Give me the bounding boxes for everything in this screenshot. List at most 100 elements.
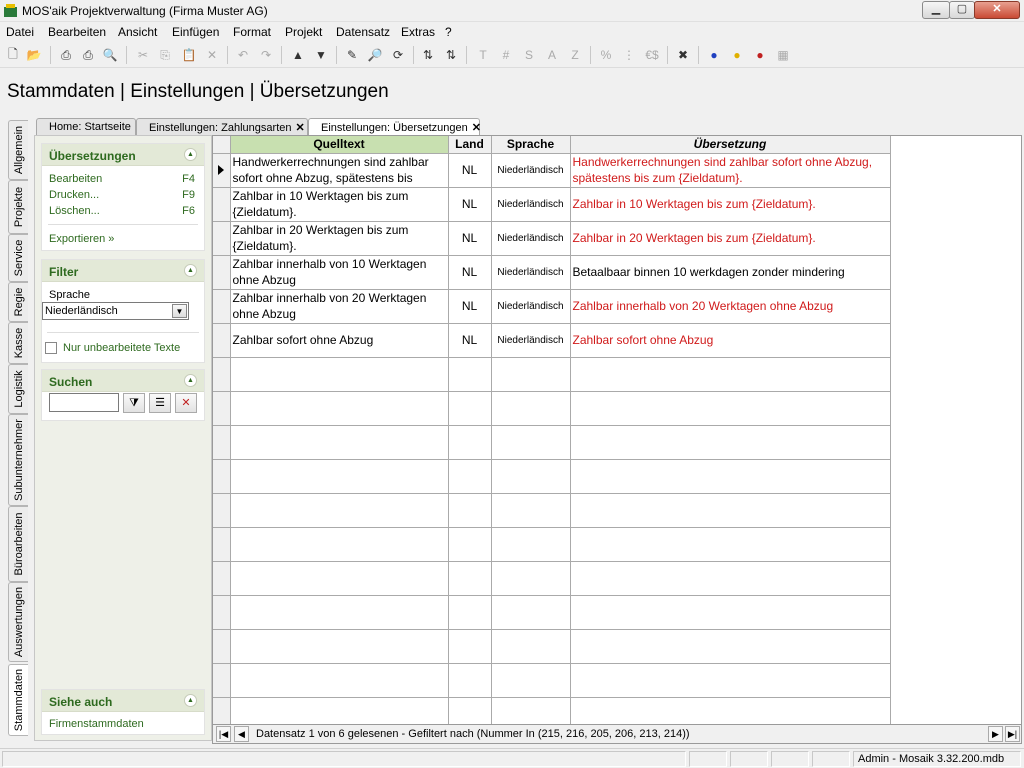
cell-sprache[interactable] <box>491 493 571 528</box>
cell-land[interactable] <box>448 697 492 724</box>
cell-quelltext[interactable] <box>230 357 449 392</box>
cell-quelltext[interactable] <box>230 391 449 426</box>
edit-pencil-icon[interactable]: ✎ <box>343 46 361 64</box>
minimize-button[interactable]: ▁ <box>922 1 950 19</box>
collapse-icon[interactable]: ▲ <box>184 694 197 707</box>
menu-bearbeiten[interactable]: Bearbeiten <box>48 25 106 39</box>
cell-sprache[interactable]: Niederländisch <box>491 153 571 188</box>
chevron-down-icon[interactable]: ▼ <box>172 304 187 318</box>
cell-uebersetzung[interactable]: Betaalbaar binnen 10 werkdagen zonder mi… <box>570 255 891 290</box>
cell-uebersetzung[interactable] <box>570 561 891 596</box>
cell-quelltext[interactable] <box>230 595 449 630</box>
menu-format[interactable]: Format <box>233 25 271 39</box>
cell-uebersetzung[interactable] <box>570 425 891 460</box>
action-bearbeiten[interactable]: Bearbeiten <box>49 173 102 185</box>
cell-land[interactable] <box>448 357 492 392</box>
column-header-sprache[interactable]: Sprache <box>491 136 571 154</box>
cell-sprache[interactable] <box>491 561 571 596</box>
cell-land[interactable]: NL <box>448 289 492 324</box>
cell-uebersetzung[interactable]: Zahlbar sofort ohne Abzug <box>570 323 891 358</box>
cell-land[interactable] <box>448 527 492 562</box>
vtab-regie[interactable]: Regie <box>8 282 28 322</box>
numbering-icon[interactable]: ⋮ <box>620 46 638 64</box>
cell-sprache[interactable]: Niederländisch <box>491 323 571 358</box>
vtab-logistik[interactable]: Logistik <box>8 364 28 414</box>
close-button[interactable]: ✕ <box>974 1 1020 19</box>
search-filter-icon[interactable]: ⧩ <box>123 393 145 413</box>
cell-uebersetzung[interactable] <box>570 595 891 630</box>
table-row[interactable]: Zahlbar in 10 Werktagen bis zum {Zieldat… <box>213 187 891 222</box>
cell-sprache[interactable]: Niederländisch <box>491 221 571 256</box>
table-row[interactable]: Zahlbar innerhalb von 20 Werktagen ohne … <box>213 289 891 324</box>
panel-header[interactable]: Übersetzungen ▲ <box>42 144 204 166</box>
cell-quelltext[interactable] <box>230 629 449 664</box>
cell-uebersetzung[interactable] <box>570 459 891 494</box>
table-row[interactable] <box>213 629 891 664</box>
table-row[interactable] <box>213 493 891 528</box>
vtab-subunternehmer[interactable]: Subunternehmer <box>8 414 28 506</box>
sort-ascending-icon[interactable]: ⇅ <box>419 46 437 64</box>
cell-uebersetzung[interactable]: Handwerkerrechnungen sind zahlbar sofort… <box>570 153 891 188</box>
cell-land[interactable] <box>448 561 492 596</box>
column-header-land[interactable]: Land <box>448 136 492 154</box>
action-loeschen[interactable]: Löschen... <box>49 205 100 217</box>
column-header-uebersetzung[interactable]: Übersetzung <box>570 136 891 154</box>
cell-quelltext[interactable] <box>230 493 449 528</box>
text-button-t[interactable]: T <box>474 46 492 64</box>
vtab-allgemein[interactable]: Allgemein <box>8 120 28 180</box>
vtab-service[interactable]: Service <box>8 234 28 282</box>
redo-icon[interactable]: ↷ <box>257 46 275 64</box>
arrow-down-icon[interactable]: ▼ <box>312 46 330 64</box>
user-blue-icon[interactable]: ● <box>705 46 723 64</box>
table-row[interactable]: Zahlbar sofort ohne Abzug NL Niederländisc… <box>213 323 891 358</box>
cell-quelltext[interactable] <box>230 663 449 698</box>
user-red-icon[interactable]: ● <box>751 46 769 64</box>
cell-sprache[interactable] <box>491 629 571 664</box>
close-tab-icon[interactable]: ✕ <box>472 122 481 134</box>
vtab-bueroarbeiten[interactable]: Büroarbeiten <box>8 506 28 582</box>
collapse-icon[interactable]: ▲ <box>184 148 197 161</box>
previous-record-icon[interactable]: ◀ <box>234 726 249 742</box>
cell-quelltext[interactable] <box>230 697 449 724</box>
sprache-dropdown[interactable]: Niederländisch ▼ <box>42 302 189 320</box>
next-record-icon[interactable]: ▶ <box>988 726 1003 742</box>
doctab-uebersetzungen[interactable]: Einstellungen: Übersetzungen ✕ <box>308 118 481 135</box>
table-row[interactable]: Zahlbar in 20 Werktagen bis zum {Zieldat… <box>213 221 891 256</box>
cell-quelltext[interactable]: Zahlbar innerhalb von 20 Werktagen ohne … <box>230 289 449 324</box>
cell-uebersetzung[interactable] <box>570 629 891 664</box>
cell-sprache[interactable] <box>491 527 571 562</box>
cell-land[interactable] <box>448 459 492 494</box>
action-exportieren[interactable]: Exportieren » <box>49 233 114 245</box>
cell-land[interactable] <box>448 493 492 528</box>
cell-quelltext[interactable]: Zahlbar in 10 Werktagen bis zum {Zieldat… <box>230 187 449 222</box>
menu-datensatz[interactable]: Datensatz <box>336 25 390 39</box>
cell-land[interactable]: NL <box>448 153 492 188</box>
cell-uebersetzung[interactable] <box>570 697 891 724</box>
cell-sprache[interactable] <box>491 595 571 630</box>
cell-quelltext[interactable] <box>230 527 449 562</box>
find-icon[interactable]: 🔎 <box>366 46 384 64</box>
column-header-quelltext[interactable]: Quelltext <box>230 136 449 154</box>
cell-uebersetzung[interactable] <box>570 663 891 698</box>
doctab-zahlungsarten[interactable]: Einstellungen: Zahlungsarten ✕ <box>136 118 308 135</box>
cell-uebersetzung[interactable] <box>570 527 891 562</box>
excel-icon[interactable]: ✖ <box>674 46 692 64</box>
table-row[interactable] <box>213 391 891 426</box>
table-row[interactable]: Zahlbar innerhalb von 10 Werktagen ohne … <box>213 255 891 290</box>
table-row[interactable] <box>213 595 891 630</box>
panel-header[interactable]: Suchen ▲ <box>42 370 204 392</box>
text-button-s[interactable]: S <box>520 46 538 64</box>
cut-icon[interactable]: ✂ <box>134 46 152 64</box>
cell-quelltext[interactable]: Zahlbar sofort ohne Abzug <box>230 323 449 358</box>
print-preview-icon[interactable]: 🔍 <box>101 46 119 64</box>
link-firmenstammdaten[interactable]: Firmenstammdaten <box>49 718 144 730</box>
table-row[interactable] <box>213 425 891 460</box>
cell-sprache[interactable]: Niederländisch <box>491 255 571 290</box>
table-row[interactable] <box>213 561 891 596</box>
vtab-stammdaten[interactable]: Stammdaten <box>8 664 28 736</box>
vtab-kasse[interactable]: Kasse <box>8 322 28 364</box>
cell-land[interactable] <box>448 595 492 630</box>
panel-header[interactable]: Siehe auch ▲ <box>42 690 204 712</box>
undo-icon[interactable]: ↶ <box>234 46 252 64</box>
text-button-hash[interactable]: # <box>497 46 515 64</box>
